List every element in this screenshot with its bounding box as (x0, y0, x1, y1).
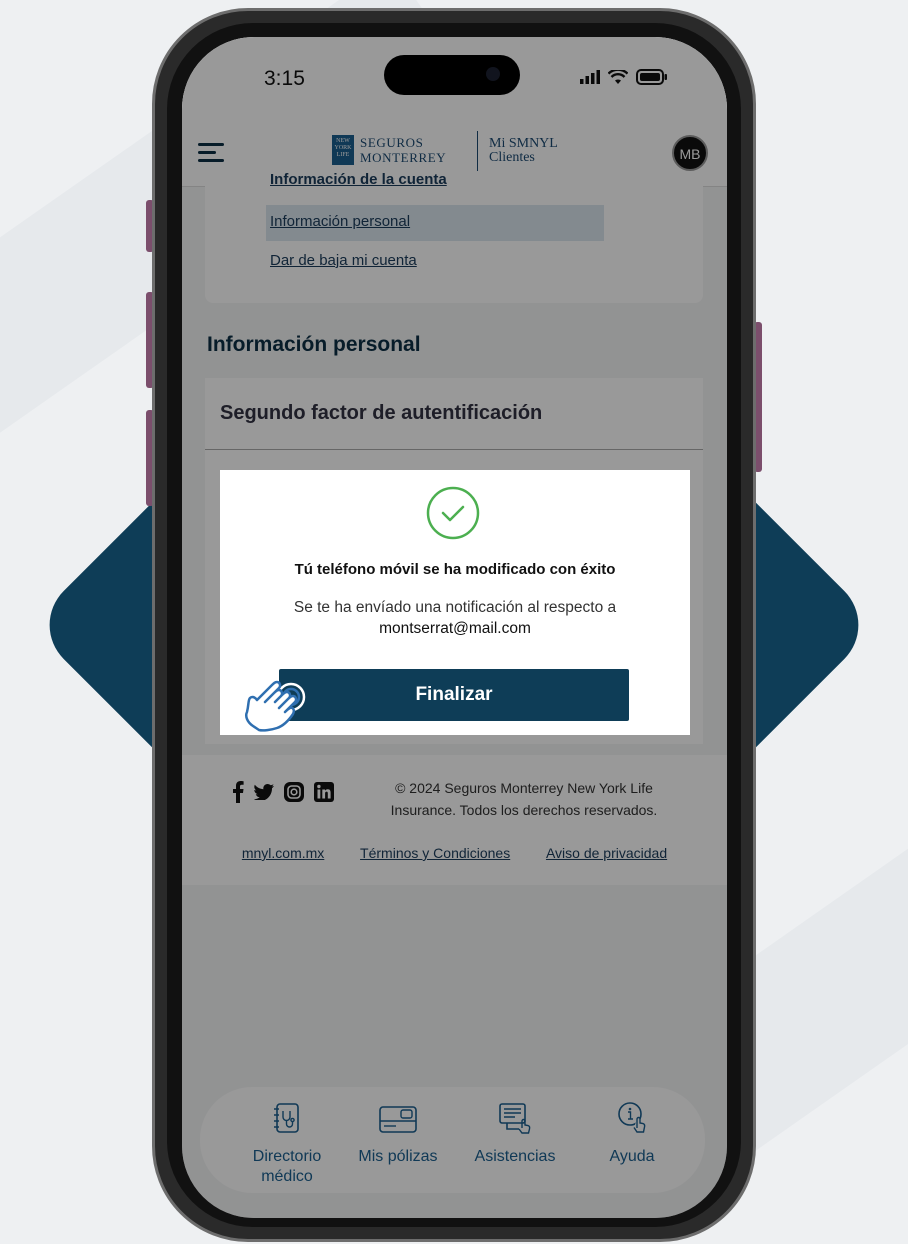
status-icons (580, 69, 668, 85)
user-avatar[interactable]: MB (672, 135, 708, 171)
nav-item-assistance[interactable]: Asistencias (460, 1101, 570, 1167)
battery-icon (636, 69, 667, 85)
footer-link-terms[interactable]: Términos y Condiciones (360, 845, 510, 861)
modal-email: montserrat@mail.com (379, 620, 531, 637)
menu-item-delete-account[interactable]: Dar de baja mi cuenta (270, 252, 417, 269)
modal-title: Tú teléfono móvil se ha modificado con é… (294, 561, 616, 578)
logo-divider (477, 131, 478, 171)
bottom-navigation: Directorio médico Mis pólizas Asistencia… (200, 1087, 705, 1193)
linkedin-icon[interactable] (314, 782, 334, 802)
dynamic-island (384, 55, 520, 95)
footer-link-site[interactable]: mnyl.com.mx (242, 845, 324, 861)
footer: © 2024 Seguros Monterrey New York Life I… (182, 755, 727, 885)
twitter-icon[interactable] (254, 784, 274, 800)
facebook-icon[interactable] (232, 781, 244, 803)
signal-icon (580, 70, 600, 84)
check-circle-icon (426, 486, 480, 540)
tap-hand-icon (245, 680, 306, 732)
modal-message-text: Se te ha envíado una notificación al res… (293, 599, 617, 616)
nav-label-help: Ayuda (609, 1148, 655, 1165)
camera-icon (486, 67, 500, 81)
portal-name: Mi SMNYL Clientes (489, 136, 558, 165)
menu-item-personal-info[interactable]: Información personal (270, 213, 410, 230)
nav-label-medical-directory: Directorio médico (252, 1148, 322, 1185)
finalize-button[interactable]: Finalizar (279, 669, 629, 721)
brand-logo-text: Seguros Monterrey (360, 135, 447, 165)
status-bar: 3:15 (182, 37, 727, 127)
section-title: Información personal (207, 333, 421, 356)
new-york-life-logo: NEW YORK LIFE (332, 135, 354, 165)
assistance-icon (499, 1103, 531, 1134)
footer-links: mnyl.com.mx Términos y Condiciones Aviso… (182, 845, 727, 861)
modal-message: Se te ha envíado una notificación al res… (260, 597, 650, 639)
status-time: 3:15 (264, 67, 305, 90)
help-icon (618, 1102, 646, 1133)
hamburger-menu-icon[interactable] (198, 143, 224, 167)
wifi-icon (608, 69, 628, 84)
policy-card-icon (379, 1106, 417, 1133)
copyright-text: © 2024 Seguros Monterrey New York Life I… (390, 780, 658, 818)
account-menu-card: Información de la cuenta Información per… (205, 171, 703, 303)
nav-item-help[interactable]: Ayuda (577, 1101, 687, 1167)
nav-item-policies[interactable]: Mis pólizas (343, 1101, 453, 1167)
instagram-icon[interactable] (284, 782, 304, 802)
nav-item-medical-directory[interactable]: Directorio médico (232, 1101, 342, 1187)
nav-label-policies: Mis pólizas (358, 1148, 438, 1165)
medical-directory-icon (274, 1103, 299, 1133)
footer-link-privacy[interactable]: Aviso de privacidad (546, 845, 667, 861)
social-links (232, 781, 334, 803)
nav-label-assistance: Asistencias (474, 1148, 556, 1165)
two-factor-title: Segundo factor de autentificación (205, 378, 703, 450)
menu-item-account-info[interactable]: Información de la cuenta (270, 171, 447, 188)
